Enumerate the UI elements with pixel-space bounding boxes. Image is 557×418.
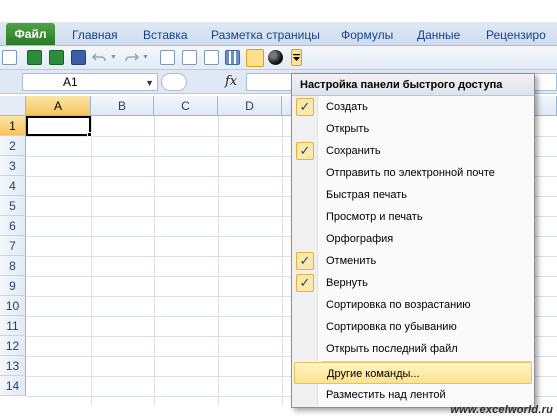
undo-dropdown-icon[interactable]: ▼ bbox=[110, 54, 118, 62]
menu-item-label: Сохранить bbox=[326, 145, 381, 157]
active-cell-a1[interactable] bbox=[26, 116, 91, 136]
tab-review[interactable]: Рецензиро bbox=[486, 28, 546, 42]
menu-item-label: Вернуть bbox=[326, 277, 368, 289]
grid-line bbox=[91, 116, 92, 406]
grid-line bbox=[282, 116, 283, 406]
customize-qat-menu: Настройка панели быстрого доступа ✓ Созд… bbox=[291, 73, 535, 408]
excel-file-icon[interactable] bbox=[49, 50, 64, 65]
menu-item-open[interactable]: Открыть bbox=[292, 118, 534, 140]
quick-access-toolbar: ▼ ▼ bbox=[0, 46, 557, 70]
menu-item-print-preview[interactable]: Просмотр и печать bbox=[292, 206, 534, 228]
insert-function-icon[interactable]: fx bbox=[225, 74, 237, 89]
tab-home[interactable]: Главная bbox=[72, 28, 118, 42]
row-header-13[interactable]: 13 bbox=[0, 356, 26, 376]
row-header-4[interactable]: 4 bbox=[0, 176, 26, 196]
excel-open-icon[interactable] bbox=[27, 50, 42, 65]
macro-ball-icon[interactable] bbox=[268, 50, 283, 65]
tab-file[interactable]: Файл bbox=[6, 23, 55, 45]
checkmark-icon: ✓ bbox=[296, 274, 314, 292]
form-icon[interactable] bbox=[204, 50, 219, 65]
grid-line bbox=[218, 116, 219, 406]
menu-item-label: Открыть bbox=[326, 123, 370, 135]
menu-item-sort-descending[interactable]: Сортировка по убыванию bbox=[292, 316, 534, 338]
name-box-chevron-down-icon[interactable]: ▼ bbox=[145, 75, 154, 91]
formula-bar-resize-handle[interactable] bbox=[161, 73, 187, 91]
print-preview-icon[interactable] bbox=[160, 50, 175, 65]
menu-item-label: Сортировка по убыванию bbox=[326, 321, 457, 333]
row-header-1[interactable]: 1 bbox=[0, 116, 26, 136]
name-box[interactable]: A1 ▼ bbox=[22, 73, 158, 91]
row-header-2[interactable]: 2 bbox=[0, 136, 26, 156]
screenshot-frame: Файл Главная Вставка Разметка страницы Ф… bbox=[0, 0, 557, 418]
menu-title: Настройка панели быстрого доступа bbox=[292, 74, 534, 96]
menu-item-email[interactable]: Отправить по электронной почте bbox=[292, 162, 534, 184]
menu-item-label: Отменить bbox=[326, 255, 377, 267]
row-header-9[interactable]: 9 bbox=[0, 276, 26, 296]
tab-page-layout[interactable]: Разметка страницы bbox=[211, 28, 320, 42]
row-header-8[interactable]: 8 bbox=[0, 256, 26, 276]
menu-item-spelling[interactable]: Орфография bbox=[292, 228, 534, 250]
name-box-value: A1 bbox=[63, 75, 78, 89]
tab-formulas[interactable]: Формулы bbox=[341, 28, 393, 42]
row-header-3[interactable]: 3 bbox=[0, 156, 26, 176]
menu-item-more-commands[interactable]: Другие команды... bbox=[294, 362, 532, 384]
tab-insert[interactable]: Вставка bbox=[143, 28, 188, 42]
menu-item-undo[interactable]: ✓ Отменить bbox=[292, 250, 534, 272]
column-header-c[interactable]: C bbox=[154, 96, 218, 116]
redo-icon[interactable] bbox=[124, 50, 139, 65]
menu-item-label: Разместить над лентой bbox=[326, 389, 446, 401]
table-icon[interactable] bbox=[225, 50, 240, 65]
checkmark-icon: ✓ bbox=[296, 252, 314, 270]
menu-item-sort-ascending[interactable]: Сортировка по возрастанию bbox=[292, 294, 534, 316]
menu-item-label: Создать bbox=[326, 101, 368, 113]
menu-item-label: Орфография bbox=[326, 233, 394, 245]
row-header-12[interactable]: 12 bbox=[0, 336, 26, 356]
lock-icon[interactable] bbox=[246, 49, 264, 67]
ribbon-tabs: Файл Главная Вставка Разметка страницы Ф… bbox=[0, 22, 557, 46]
tab-data[interactable]: Данные bbox=[417, 28, 460, 42]
watermark: www.excelworld.ru bbox=[450, 404, 553, 416]
select-all-corner[interactable] bbox=[0, 96, 26, 116]
row-header-10[interactable]: 10 bbox=[0, 296, 26, 316]
row-header-14[interactable]: 14 bbox=[0, 376, 26, 396]
menu-item-label: Быстрая печать bbox=[326, 189, 407, 201]
menu-item-open-recent[interactable]: Открыть последний файл bbox=[292, 338, 534, 360]
menu-item-label: Отправить по электронной почте bbox=[326, 167, 495, 179]
column-header-d[interactable]: D bbox=[218, 96, 282, 116]
redo-dropdown-icon[interactable]: ▼ bbox=[142, 54, 150, 62]
checkmark-icon: ✓ bbox=[296, 98, 314, 116]
menu-item-save[interactable]: ✓ Сохранить bbox=[292, 140, 534, 162]
grid-line bbox=[154, 116, 155, 406]
page-setup-icon[interactable] bbox=[182, 50, 197, 65]
menu-item-show-above-ribbon[interactable]: Разместить над лентой bbox=[292, 384, 534, 406]
fill-handle[interactable] bbox=[87, 132, 92, 137]
menu-item-label: Просмотр и печать bbox=[326, 211, 423, 223]
row-header-5[interactable]: 5 bbox=[0, 196, 26, 216]
menu-item-quick-print[interactable]: Быстрая печать bbox=[292, 184, 534, 206]
column-header-b[interactable]: B bbox=[91, 96, 154, 116]
menu-item-label: Открыть последний файл bbox=[326, 343, 458, 355]
column-header-a[interactable]: A bbox=[26, 96, 91, 116]
checkmark-icon: ✓ bbox=[296, 142, 314, 160]
menu-item-new[interactable]: ✓ Создать bbox=[292, 96, 534, 118]
menu-item-label: Другие команды... bbox=[327, 368, 420, 380]
undo-icon[interactable] bbox=[92, 50, 107, 65]
menu-item-redo[interactable]: ✓ Вернуть bbox=[292, 272, 534, 294]
row-header-7[interactable]: 7 bbox=[0, 236, 26, 256]
row-header-6[interactable]: 6 bbox=[0, 216, 26, 236]
new-document-icon[interactable] bbox=[2, 50, 17, 65]
customize-qat-dropdown[interactable] bbox=[291, 49, 302, 66]
row-header-11[interactable]: 11 bbox=[0, 316, 26, 336]
save-icon[interactable] bbox=[71, 50, 86, 65]
menu-item-label: Сортировка по возрастанию bbox=[326, 299, 471, 311]
